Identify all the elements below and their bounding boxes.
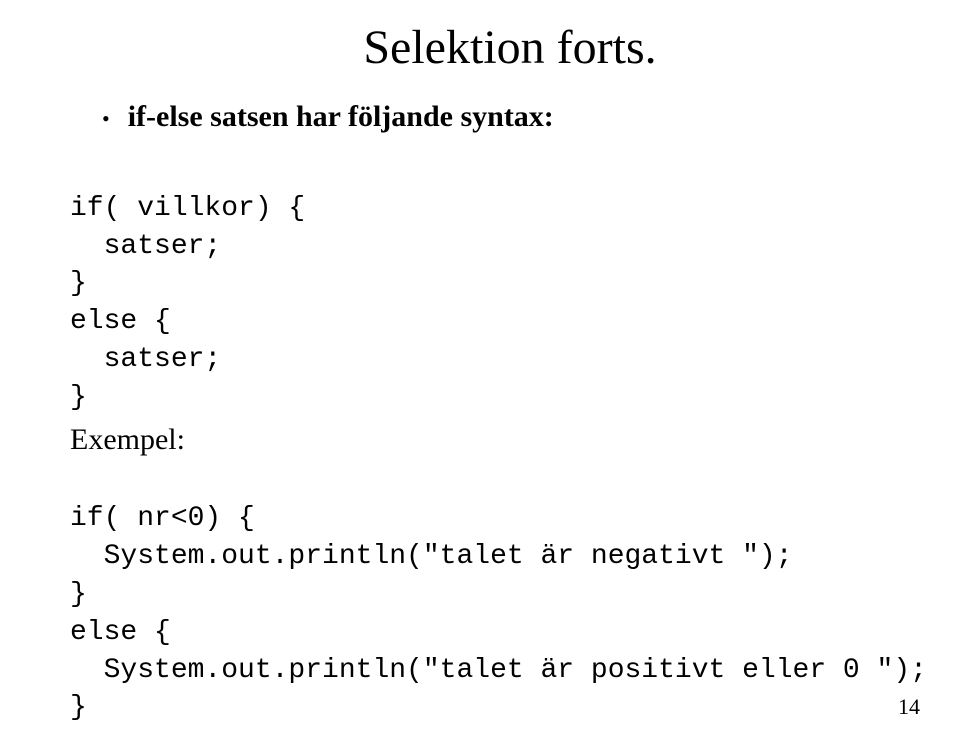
code-line: System.out.println("talet är positivt el… [70,655,927,686]
example-label: Exempel: [70,423,890,457]
code-line: } [70,579,87,610]
code-line: } [70,268,87,299]
code-line: } [70,692,87,723]
bullet-line: • if-else satsen har följande syntax: [70,100,890,134]
page-number: 14 [898,694,920,720]
code-line: satser; [70,344,221,375]
code-block-2: if( nr<0) { System.out.println("talet är… [70,463,890,728]
bullet-marker: • [102,106,110,132]
page-title: Selektion forts. [130,20,890,75]
code-line: if( nr<0) { [70,503,255,534]
code-line: } [70,382,87,413]
code-line: System.out.println("talet är negativt ")… [70,541,793,572]
code-line: else { [70,617,171,648]
code-line: else { [70,306,171,337]
bullet-text: if-else satsen har följande syntax: [128,100,554,134]
code-line: satser; [70,231,221,262]
code-line: if( villkor) { [70,193,305,224]
code-block-1: if( villkor) { satser; } else { satser; … [70,152,890,417]
